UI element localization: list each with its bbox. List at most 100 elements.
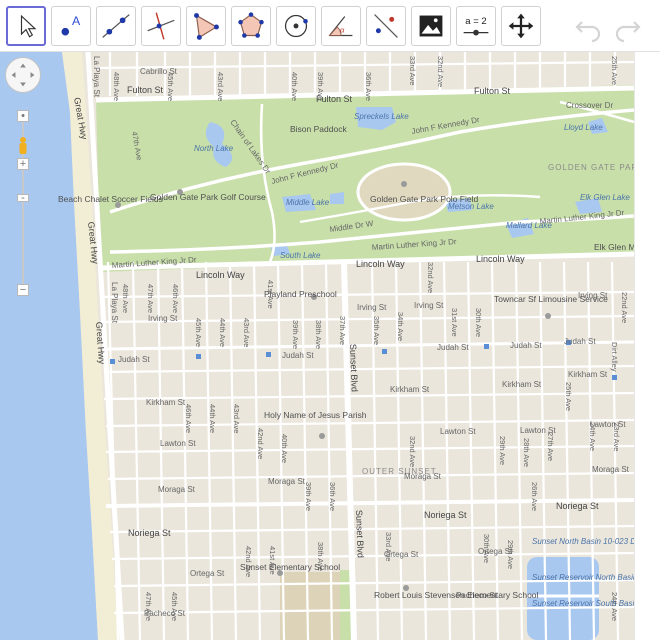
label-crossover: Crossover Dr xyxy=(566,101,613,110)
label-south-lake: South Lake xyxy=(280,251,321,260)
label-43rd-n: 43rd Ave xyxy=(216,72,225,101)
label-38th: 38th Ave xyxy=(314,320,323,349)
line-icon xyxy=(102,14,130,38)
move-graphics-view-icon xyxy=(508,13,534,39)
point-tool-button[interactable]: A xyxy=(51,6,91,46)
circle-tool-button[interactable] xyxy=(276,6,316,46)
slider-tool-button[interactable]: a = 2 xyxy=(456,6,496,46)
label-33rd: 33rd Ave xyxy=(408,56,417,85)
label-30th: 30th Ave xyxy=(474,308,483,337)
image-tool-button[interactable] xyxy=(411,6,451,46)
label-39th-n: 39th Ave xyxy=(316,72,325,101)
label-golf-course: Golden Gate Park Golf Course xyxy=(150,192,266,202)
label-mallard-lake: Mallard Lake xyxy=(506,221,552,230)
pond-shape xyxy=(330,192,344,204)
label-irving-2: Irving St xyxy=(357,303,387,312)
label-40th-b: 40th Ave xyxy=(280,434,289,463)
label-27th: 27th Ave xyxy=(546,432,555,461)
move-graphics-view-button[interactable] xyxy=(501,6,541,46)
label-32nd-n: 32nd Ave xyxy=(436,56,445,87)
label-47th: 47th Ave xyxy=(146,284,155,313)
label-48th: 48th Ave xyxy=(121,284,130,313)
label-moraga-2: Moraga St xyxy=(268,477,306,486)
label-36th-b: 36th Ave xyxy=(328,482,337,511)
label-37th: 37th Ave xyxy=(338,316,347,345)
polygon-tool-button[interactable] xyxy=(186,6,226,46)
label-lincoln-2: Lincoln Way xyxy=(356,259,405,269)
label-24th: 24th Ave xyxy=(588,422,597,451)
map-view[interactable]: Cabrillo St Fulton St Fulton St Fulton S… xyxy=(0,52,634,640)
label-outer-sunset: OUTER SUNSET xyxy=(362,467,437,476)
circle-icon xyxy=(238,12,264,38)
label-irving-3: Irving St xyxy=(414,301,444,310)
label-40th-n: 40th Ave xyxy=(290,72,299,101)
label-noriega-3: Noriega St xyxy=(556,501,599,511)
label-31st: 31st Ave xyxy=(450,308,459,337)
line-tool-button[interactable] xyxy=(96,6,136,46)
label-kirkham-1: Kirkham St xyxy=(146,398,186,407)
label-39th-b: 39th Ave xyxy=(304,482,313,511)
redo-button[interactable] xyxy=(610,10,644,44)
label-irving-1: Irving St xyxy=(148,314,178,323)
move-tool-button[interactable] xyxy=(6,6,46,46)
slider-icon: a = 2 xyxy=(463,16,489,36)
label-25th-n: 25th Ave xyxy=(610,56,619,85)
label-judah-2: Judah St xyxy=(282,351,314,360)
label-beach-chalet: Beach Chalet Soccer Fields xyxy=(58,194,163,204)
zoom-slider-thumb[interactable]: - xyxy=(17,193,29,204)
label-48th-n: 48th Ave xyxy=(112,72,121,101)
label-la-playa-1: La Playa St xyxy=(110,282,119,324)
vertical-scrollbar[interactable] xyxy=(634,52,660,640)
label-sunset-elementary: Sunset Elementary School xyxy=(240,562,340,572)
zoom-reset-button[interactable]: • xyxy=(17,110,29,122)
perpendicular-line-icon xyxy=(147,12,175,40)
label-lincoln-1: Lincoln Way xyxy=(196,270,245,280)
label-lincoln-3: Lincoln Way xyxy=(476,254,525,264)
pan-control[interactable] xyxy=(5,57,41,93)
label-reservoir-top: Sunset North Basin 10-023 Dam xyxy=(532,537,634,546)
label-la-playa-2: La Playa St xyxy=(92,56,101,98)
label-32nd: 32nd Ave xyxy=(426,262,435,293)
label-lawton-1: Lawton St xyxy=(160,439,196,448)
label-44th: 44th Ave xyxy=(218,318,227,347)
label-46th-b: 46th Ave xyxy=(184,404,193,433)
zoom-in-button[interactable]: + xyxy=(17,158,29,170)
angle-icon: α xyxy=(328,16,353,37)
label-judah-4: Judah St xyxy=(510,341,542,350)
zoom-out-button[interactable]: − xyxy=(17,284,29,296)
label-judah-3: Judah St xyxy=(437,343,469,352)
label-23rd: 23rd Ave xyxy=(612,422,621,451)
undo-button[interactable] xyxy=(572,10,606,44)
label-noriega-1: Noriega St xyxy=(128,528,171,538)
label-bison-paddock: Bison Paddock xyxy=(290,124,347,134)
label-middle-lake: Middle Lake xyxy=(286,198,330,207)
street-view-pegman[interactable] xyxy=(17,136,29,158)
label-25th: 25th Ave xyxy=(564,382,573,411)
label-47th-c: 47th Ave xyxy=(144,592,153,621)
pointer-arrow-icon xyxy=(20,14,37,38)
point-tool-label: A xyxy=(72,14,81,28)
undo-icon xyxy=(575,21,601,43)
label-reservoir-north: Sunset Reservoir North Basin xyxy=(532,573,634,582)
label-kirkham-2: Kirkham St xyxy=(390,385,430,394)
regular-polygon-tool-button[interactable] xyxy=(231,6,271,46)
label-35th: 35th Ave xyxy=(372,316,381,345)
reflect-tool-button[interactable] xyxy=(366,6,406,46)
label-30th-b: 30th Ave xyxy=(482,534,491,563)
label-42nd-b: 42nd Ave xyxy=(256,428,265,459)
label-45th-n: 45th Ave xyxy=(166,72,175,101)
label-28th: 28th Ave xyxy=(522,438,531,467)
label-elk-glen-meadow: Elk Glen Meadow xyxy=(594,242,634,252)
label-26th-b: 26th Ave xyxy=(530,482,539,511)
label-29th-b: 29th Ave xyxy=(506,540,515,569)
label-reservoir-south: Sunset Reservoir South Basin xyxy=(532,599,634,608)
label-elk-glen-lake: Elk Glen Lake xyxy=(580,193,630,202)
plus-icon: + xyxy=(19,158,27,170)
label-spreckels-lake: Spreckels Lake xyxy=(354,112,409,121)
label-ortega-1: Ortega St xyxy=(190,569,225,578)
angle-tool-button[interactable]: α xyxy=(321,6,361,46)
label-polo-field: Golden Gate Park Polo Field xyxy=(370,194,478,204)
pegman-icon xyxy=(19,137,27,154)
label-robert-louis: Robert Louis Stevenson Elementary School xyxy=(374,590,539,600)
perpendicular-tool-button[interactable] xyxy=(141,6,181,46)
